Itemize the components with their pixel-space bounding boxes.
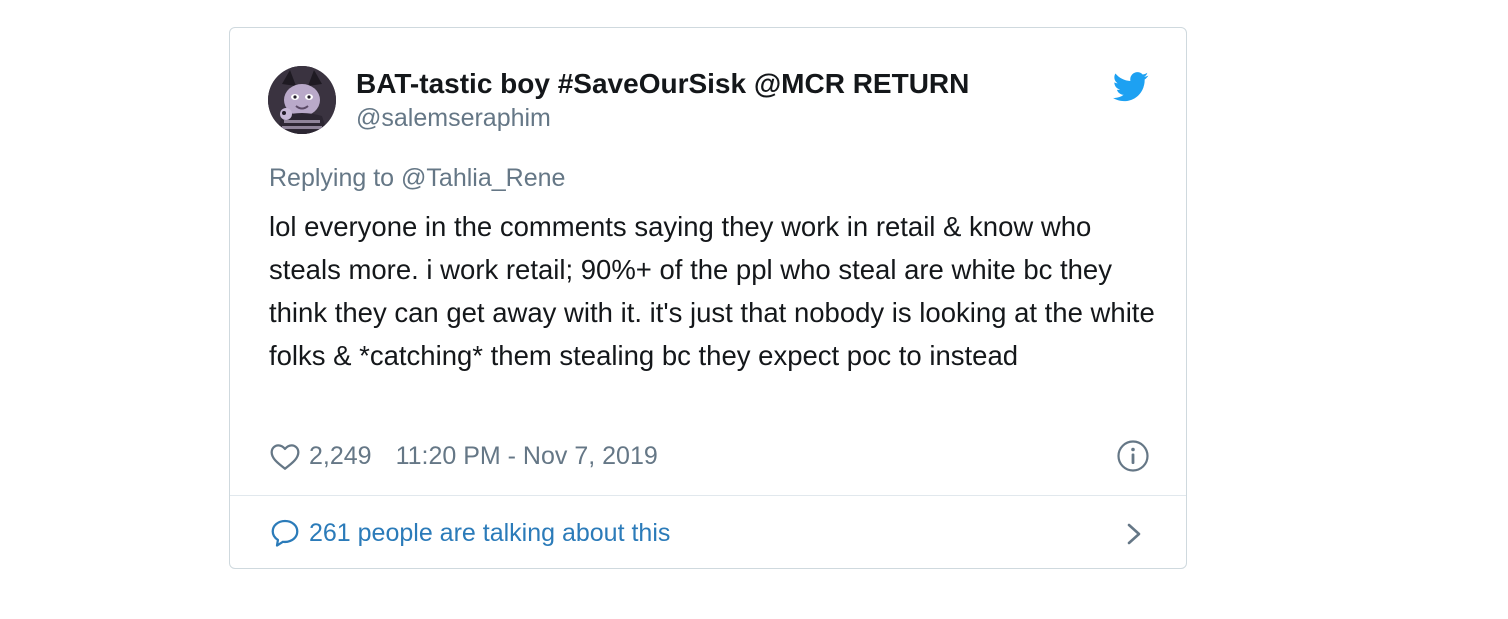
- conversation-label: 261 people are talking about this: [309, 518, 671, 547]
- tweet-meta-row: 2,249 11:20 PM - Nov 7, 2019: [269, 438, 658, 474]
- user-handle[interactable]: @salemseraphim: [356, 104, 551, 133]
- tweet-card: BAT-tastic boy #SaveOurSisk @MCR RETURN …: [229, 27, 1187, 569]
- avatar[interactable]: [268, 66, 336, 134]
- info-icon[interactable]: [1116, 439, 1150, 473]
- conversation-link[interactable]: 261 people are talking about this: [269, 515, 670, 551]
- divider: [230, 495, 1186, 496]
- replying-to-prefix: Replying to: [269, 164, 402, 192]
- avatar-image: [268, 66, 336, 134]
- replying-to-line: Replying to @Tahlia_Rene: [269, 164, 565, 193]
- chevron-right-icon[interactable]: [1123, 518, 1145, 550]
- heart-icon[interactable]: [269, 441, 301, 471]
- tweet-timestamp[interactable]: 11:20 PM - Nov 7, 2019: [396, 442, 658, 471]
- twitter-bird-icon[interactable]: [1113, 72, 1149, 102]
- replying-to-mention[interactable]: @Tahlia_Rene: [401, 164, 565, 192]
- like-count[interactable]: 2,249: [309, 442, 372, 471]
- speech-bubble-icon: [271, 519, 299, 547]
- display-name[interactable]: BAT-tastic boy #SaveOurSisk @MCR RETURN: [356, 68, 969, 100]
- tweet-text: lol everyone in the comments saying they…: [269, 211, 1155, 371]
